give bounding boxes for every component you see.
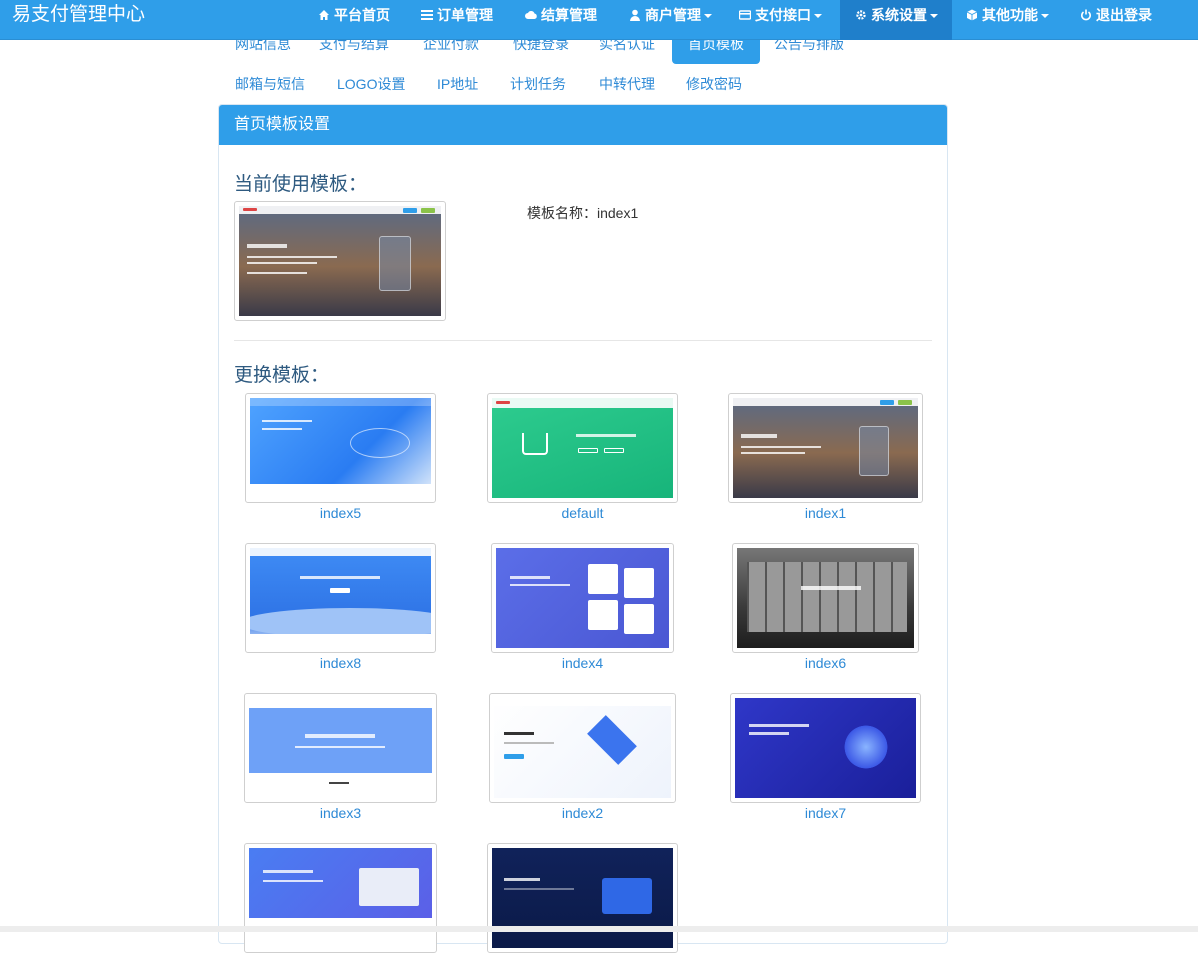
current-template-preview: [234, 201, 446, 321]
nav-system-settings-label: 系统设置: [871, 7, 927, 23]
chevron-down-icon: [814, 14, 822, 18]
nav-merchants-label: 商户管理: [645, 7, 701, 23]
chevron-down-icon: [1041, 14, 1049, 18]
cloud-icon: [525, 9, 537, 21]
nav-other-functions-label: 其他功能: [982, 7, 1038, 23]
user-icon: [629, 9, 641, 21]
nav-payment-interface[interactable]: 支付接口: [739, 0, 822, 40]
template-thumb-index3[interactable]: [244, 693, 437, 803]
current-template-name: 模板名称：index1: [527, 205, 639, 221]
chevron-down-icon: [930, 14, 938, 18]
nav-payment-interface-label: 支付接口: [755, 7, 811, 23]
template-thumb-index7[interactable]: [730, 693, 921, 803]
nav-settlement-label: 结算管理: [541, 7, 597, 23]
list-icon: [421, 9, 433, 21]
template-settings-panel: 首页模板设置 当前使用模板： 模板名称：index1 更换模板： index5: [218, 104, 948, 953]
template-label-index5[interactable]: index5: [245, 505, 436, 521]
panel-heading: 首页模板设置: [219, 105, 947, 145]
nav-home-label: 平台首页: [334, 7, 390, 23]
chevron-down-icon: [704, 14, 712, 18]
power-icon: [1080, 9, 1092, 21]
section-divider: [234, 340, 932, 341]
template-label-index1[interactable]: index1: [728, 505, 923, 521]
nav-system-settings[interactable]: 系统设置: [840, 0, 952, 40]
nav-home[interactable]: 平台首页: [318, 0, 390, 40]
template-thumb-index4[interactable]: [491, 543, 674, 653]
template-thumb-index8[interactable]: [245, 543, 436, 653]
tab-scheduled-tasks[interactable]: 计划任务: [494, 64, 582, 104]
template-label-index8[interactable]: index8: [245, 655, 436, 671]
template-label-index3[interactable]: index3: [244, 805, 437, 821]
gear-icon: [855, 9, 867, 21]
brand-title[interactable]: 易支付管理中心: [12, 0, 145, 40]
nav-orders-label: 订单管理: [437, 7, 493, 23]
tab-change-password[interactable]: 修改密码: [670, 64, 758, 104]
template-thumb-index6[interactable]: [732, 543, 919, 653]
nav-logout-label: 退出登录: [1096, 7, 1152, 23]
template-thumb-index2[interactable]: [489, 693, 676, 803]
current-template-title: 当前使用模板：: [234, 174, 368, 195]
template-thumb-default[interactable]: [487, 393, 678, 503]
template-label-default[interactable]: default: [487, 505, 678, 521]
template-thumb-index10[interactable]: [487, 843, 678, 953]
home-icon: [318, 9, 330, 21]
template-thumb-index1[interactable]: [728, 393, 923, 503]
nav-logout[interactable]: 退出登录: [1080, 0, 1152, 40]
template-label-index2[interactable]: index2: [489, 805, 676, 821]
tab-relay-proxy[interactable]: 中转代理: [583, 64, 671, 104]
credit-card-icon: [739, 9, 751, 21]
nav-settlement[interactable]: 结算管理: [525, 0, 597, 40]
tab-ip-address[interactable]: IP地址: [421, 64, 494, 104]
page-bottom-edge: [0, 926, 1198, 932]
cube-icon: [966, 9, 978, 21]
nav-merchants[interactable]: 商户管理: [629, 0, 712, 40]
top-navbar: 易支付管理中心 平台首页 订单管理 结算管理 商户管理 支付接口 系统设置 其他…: [0, 0, 1198, 40]
change-template-title: 更换模板：: [234, 365, 330, 386]
template-thumb-index9[interactable]: [244, 843, 437, 953]
template-thumb-index5[interactable]: [245, 393, 436, 503]
tab-email-sms[interactable]: 邮箱与短信: [219, 64, 321, 104]
nav-other-functions[interactable]: 其他功能: [966, 0, 1049, 40]
tab-logo-settings[interactable]: LOGO设置: [321, 64, 421, 104]
template-label-index4[interactable]: index4: [491, 655, 674, 671]
template-label-index7[interactable]: index7: [730, 805, 921, 821]
nav-orders[interactable]: 订单管理: [421, 0, 493, 40]
template-label-index6[interactable]: index6: [732, 655, 919, 671]
